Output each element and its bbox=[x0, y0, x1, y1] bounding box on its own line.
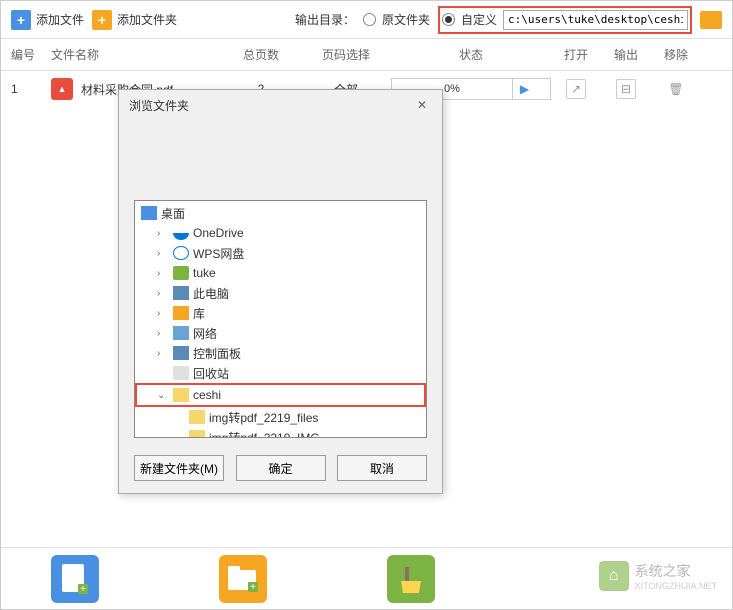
add-file-button[interactable]: + 添加文件 bbox=[11, 10, 84, 30]
control-panel-icon bbox=[173, 346, 189, 360]
folder-icon bbox=[189, 430, 205, 438]
network-icon bbox=[173, 326, 189, 340]
dialog-titlebar: 浏览文件夹 ✕ bbox=[119, 90, 442, 120]
browse-folder-dialog: 浏览文件夹 ✕ 桌面 ›OneDrive ›WPS网盘 ›tuke ›此电脑 ›… bbox=[118, 89, 443, 494]
ok-button[interactable]: 确定 bbox=[236, 455, 326, 481]
user-icon bbox=[173, 266, 189, 280]
watermark: ⌂ 系统之家 XITONGZHIJIA.NET bbox=[599, 561, 717, 591]
watermark-url: XITONGZHIJIA.NET bbox=[635, 581, 717, 591]
tree-recycle[interactable]: 回收站 bbox=[137, 363, 424, 383]
radio-original-folder[interactable]: 原文件夹 bbox=[363, 11, 430, 28]
add-folder-button[interactable]: + 添加文件夹 bbox=[92, 10, 177, 30]
radio-custom-label: 自定义 bbox=[461, 11, 497, 28]
add-file-icon: + bbox=[11, 10, 31, 30]
tree-network[interactable]: ›网络 bbox=[137, 323, 424, 343]
radio-original-label: 原文件夹 bbox=[382, 11, 430, 28]
recycle-icon bbox=[173, 366, 189, 380]
library-icon bbox=[173, 306, 189, 320]
tree-desktop-label: 桌面 bbox=[161, 205, 185, 222]
header-open: 打开 bbox=[551, 46, 601, 63]
tree-desktop[interactable]: 桌面 bbox=[137, 203, 424, 223]
tree-control[interactable]: ›控制面板 bbox=[137, 343, 424, 363]
pc-icon bbox=[173, 286, 189, 300]
folder-icon bbox=[173, 388, 189, 402]
tree-lib[interactable]: ›库 bbox=[137, 303, 424, 323]
svg-text:+: + bbox=[80, 584, 86, 595]
header-output: 输出 bbox=[601, 46, 651, 63]
play-icon[interactable]: ▶ bbox=[512, 79, 536, 99]
radio-custom[interactable]: 自定义 bbox=[442, 11, 497, 28]
list-header: 编号 文件名称 总页数 页码选择 状态 打开 输出 移除 bbox=[1, 39, 732, 71]
bottom-doc-icon[interactable]: + bbox=[51, 555, 99, 603]
close-icon[interactable]: ✕ bbox=[412, 95, 432, 115]
dialog-title-text: 浏览文件夹 bbox=[129, 97, 189, 114]
tree-user[interactable]: ›tuke bbox=[137, 263, 424, 283]
open-icon[interactable]: ↗ bbox=[566, 79, 586, 99]
new-folder-button[interactable]: 新建文件夹(M) bbox=[134, 455, 224, 481]
svg-text:+: + bbox=[250, 582, 256, 593]
tree-ceshi[interactable]: ⌄ceshi bbox=[137, 385, 424, 405]
pdf-icon: ▲ bbox=[51, 78, 73, 100]
header-page-select: 页码选择 bbox=[301, 46, 391, 63]
output-dir-label: 输出目录： bbox=[295, 11, 355, 28]
tree-sub1[interactable]: img转pdf_2219_files bbox=[137, 407, 424, 427]
header-filename: 文件名称 bbox=[51, 46, 221, 63]
watermark-brand: 系统之家 bbox=[635, 561, 717, 581]
header-pages: 总页数 bbox=[221, 46, 301, 63]
header-num: 编号 bbox=[11, 46, 51, 63]
wps-icon bbox=[173, 246, 189, 260]
tree-wps[interactable]: ›WPS网盘 bbox=[137, 243, 424, 263]
dialog-buttons: 新建文件夹(M) 确定 取消 bbox=[119, 443, 442, 493]
folder-icon bbox=[189, 410, 205, 424]
row-num: 1 bbox=[11, 82, 51, 96]
tree-onedrive[interactable]: ›OneDrive bbox=[137, 223, 424, 243]
bottom-clean-icon[interactable] bbox=[387, 555, 435, 603]
tree-sub2[interactable]: img转pdf_2219_IMG bbox=[137, 427, 424, 438]
radio-icon bbox=[363, 13, 376, 26]
desktop-icon bbox=[141, 206, 157, 220]
header-status: 状态 bbox=[391, 46, 551, 63]
top-toolbar: + 添加文件 + 添加文件夹 输出目录： 原文件夹 自定义 bbox=[1, 1, 732, 39]
tree-pc[interactable]: ›此电脑 bbox=[137, 283, 424, 303]
onedrive-icon bbox=[173, 226, 189, 240]
bottom-folder-icon[interactable]: + bbox=[219, 555, 267, 603]
delete-icon[interactable]: 🗑 bbox=[666, 79, 686, 99]
add-folder-icon: + bbox=[92, 10, 112, 30]
radio-checked-icon bbox=[442, 13, 455, 26]
output-path-input[interactable] bbox=[503, 10, 688, 30]
browse-folder-icon[interactable] bbox=[700, 11, 722, 29]
add-file-label: 添加文件 bbox=[36, 11, 84, 28]
header-remove: 移除 bbox=[651, 46, 701, 63]
add-folder-label: 添加文件夹 bbox=[117, 11, 177, 28]
custom-path-highlight: 自定义 bbox=[438, 6, 692, 34]
output-icon[interactable]: ⊟ bbox=[616, 79, 636, 99]
watermark-icon: ⌂ bbox=[599, 561, 629, 591]
folder-tree[interactable]: 桌面 ›OneDrive ›WPS网盘 ›tuke ›此电脑 ›库 ›网络 ›控… bbox=[134, 200, 427, 438]
cancel-button[interactable]: 取消 bbox=[337, 455, 427, 481]
